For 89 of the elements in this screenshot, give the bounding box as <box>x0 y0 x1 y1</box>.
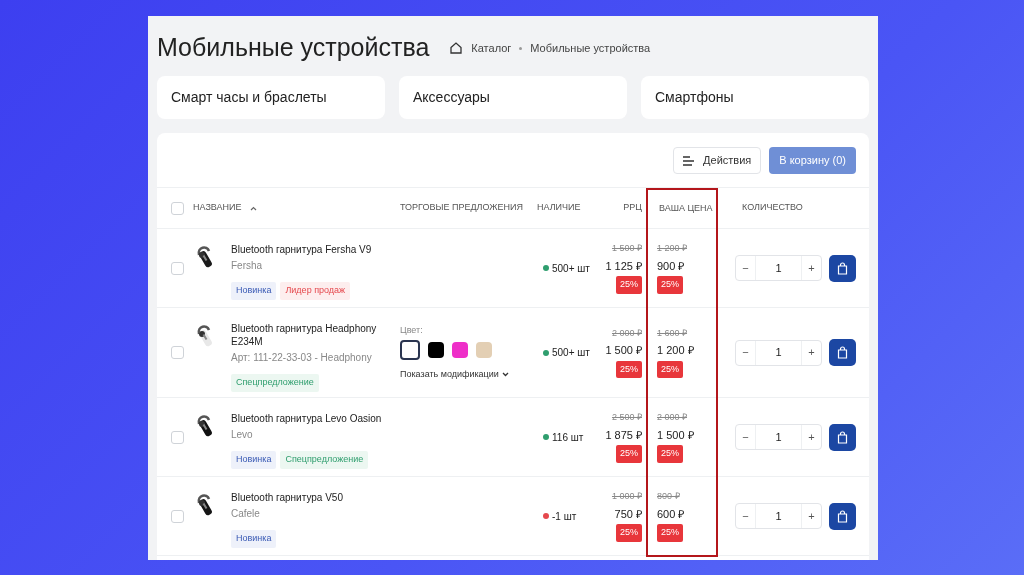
category-card[interactable]: Аксессуары <box>399 76 627 119</box>
increment-button[interactable]: + <box>801 340 821 365</box>
product-subtitle: Cafele <box>231 507 261 521</box>
discount-badge: 25% <box>616 276 642 294</box>
product-tag: Новинка <box>231 530 277 548</box>
product-name[interactable]: Bluetooth гарнитура V50 <box>231 491 343 504</box>
discount-badge: 25% <box>657 276 683 294</box>
show-modifications-link[interactable]: Показать модификации <box>400 368 537 382</box>
old-price: 2 500 ₽ <box>611 411 642 425</box>
quantity-stepper[interactable]: − 1 + <box>735 339 822 366</box>
add-to-cart-button[interactable] <box>829 423 856 451</box>
page-title: Мобильные устройства <box>157 32 430 64</box>
product-tag: Новинка <box>231 282 277 300</box>
decrement-button[interactable]: − <box>736 256 756 280</box>
column-header[interactable]: НАЗВАНИЕ <box>193 201 242 215</box>
discount-badge: 25% <box>616 524 642 542</box>
color-swatch[interactable] <box>452 342 468 358</box>
quantity-stepper[interactable]: − 1 + <box>735 424 822 450</box>
checkbox[interactable] <box>171 261 184 275</box>
price: 1 500 ₽ <box>657 427 694 443</box>
discount-badge: 25% <box>616 445 642 463</box>
discount-badge: 25% <box>657 445 683 463</box>
add-to-cart-button[interactable] <box>829 339 856 366</box>
product-subtitle: Fersha <box>231 259 264 273</box>
old-price: 1 000 ₽ <box>611 490 642 504</box>
old-price: 2 000 ₽ <box>657 411 688 425</box>
column-header[interactable]: НАЛИЧИЕ <box>537 201 581 215</box>
color-swatch[interactable] <box>428 342 444 358</box>
shopping-bag-icon <box>837 261 848 275</box>
checkbox[interactable] <box>171 346 184 359</box>
chevron-down-icon <box>501 372 509 378</box>
price: 600 ₽ <box>657 506 685 522</box>
column-header[interactable]: РРЦ <box>623 201 642 215</box>
old-price: 2 000 ₽ <box>611 326 642 340</box>
old-price: 1 600 ₽ <box>657 326 688 340</box>
stock-count: -1 шт <box>552 509 577 524</box>
breadcrumb-link[interactable]: Мобильные устройства <box>530 39 651 57</box>
color-label: Цвет: <box>400 323 424 337</box>
decrement-button[interactable]: − <box>736 340 756 365</box>
color-swatch[interactable] <box>400 340 420 360</box>
discount-badge: 25% <box>616 360 642 379</box>
product-subtitle: Арт: 111-22-33-03 - Headphony <box>231 351 373 365</box>
product-subtitle: Levo <box>231 428 254 442</box>
product-name[interactable]: Bluetooth гарнитура Headphony E234M <box>231 322 400 348</box>
price: 1 200 ₽ <box>657 343 694 359</box>
quantity-stepper[interactable]: − 1 + <box>735 255 822 281</box>
price: 750 ₽ <box>614 506 642 522</box>
shopping-bag-icon <box>837 509 848 523</box>
increment-button[interactable]: + <box>801 504 821 528</box>
checkbox[interactable] <box>171 201 184 215</box>
decrement-button[interactable]: − <box>736 425 756 449</box>
breadcrumb-link[interactable]: Каталог <box>471 39 512 57</box>
price: 1 500 ₽ <box>605 343 642 359</box>
category-card[interactable]: Смартфоны <box>641 76 869 119</box>
discount-badge: 25% <box>657 360 683 379</box>
actions-button[interactable]: Действия <box>673 147 762 174</box>
sort-caret-icon <box>249 205 257 211</box>
product-name[interactable]: Bluetooth гарнитура Levo Oasion <box>231 412 382 425</box>
category-card[interactable]: Смарт часы и браслеты <box>157 76 385 119</box>
product-tag: Спецпредложение <box>280 451 369 469</box>
column-header[interactable]: КОЛИЧЕСТВО <box>742 201 803 215</box>
quantity-stepper[interactable]: − 1 + <box>735 503 822 529</box>
shopping-bag-icon <box>837 346 848 359</box>
sort-lines-icon <box>683 155 696 166</box>
old-price: 800 ₽ <box>657 490 680 504</box>
product-tag: Лидер продаж <box>280 282 351 300</box>
price: 1 875 ₽ <box>605 427 642 443</box>
stock-count: 116 шт <box>552 430 584 445</box>
home-icon <box>449 41 464 55</box>
shopping-bag-icon <box>837 430 848 444</box>
product-tag: Спецпредложение <box>231 374 319 392</box>
product-name[interactable]: Bluetooth гарнитура Fersha V9 <box>231 243 372 256</box>
stock-count: 500+ шт <box>552 346 590 360</box>
increment-button[interactable]: + <box>801 256 821 280</box>
checkbox[interactable] <box>171 509 184 523</box>
checkbox[interactable] <box>171 430 184 444</box>
add-to-cart-button[interactable] <box>829 254 856 282</box>
add-to-cart-button[interactable] <box>829 502 856 530</box>
product-tag: Новинка <box>231 451 277 469</box>
old-price: 1 200 ₽ <box>657 242 688 256</box>
price: 1 125 ₽ <box>605 258 642 274</box>
increment-button[interactable]: + <box>801 425 821 449</box>
color-swatch[interactable] <box>476 342 492 358</box>
discount-badge: 25% <box>657 524 683 542</box>
old-price: 1 500 ₽ <box>611 242 642 256</box>
stock-count: 500+ шт <box>552 261 590 276</box>
price: 900 ₽ <box>657 258 685 274</box>
decrement-button[interactable]: − <box>736 504 756 528</box>
column-header[interactable]: ТОРГОВЫЕ ПРЕДЛОЖЕНИЯ <box>400 201 523 215</box>
